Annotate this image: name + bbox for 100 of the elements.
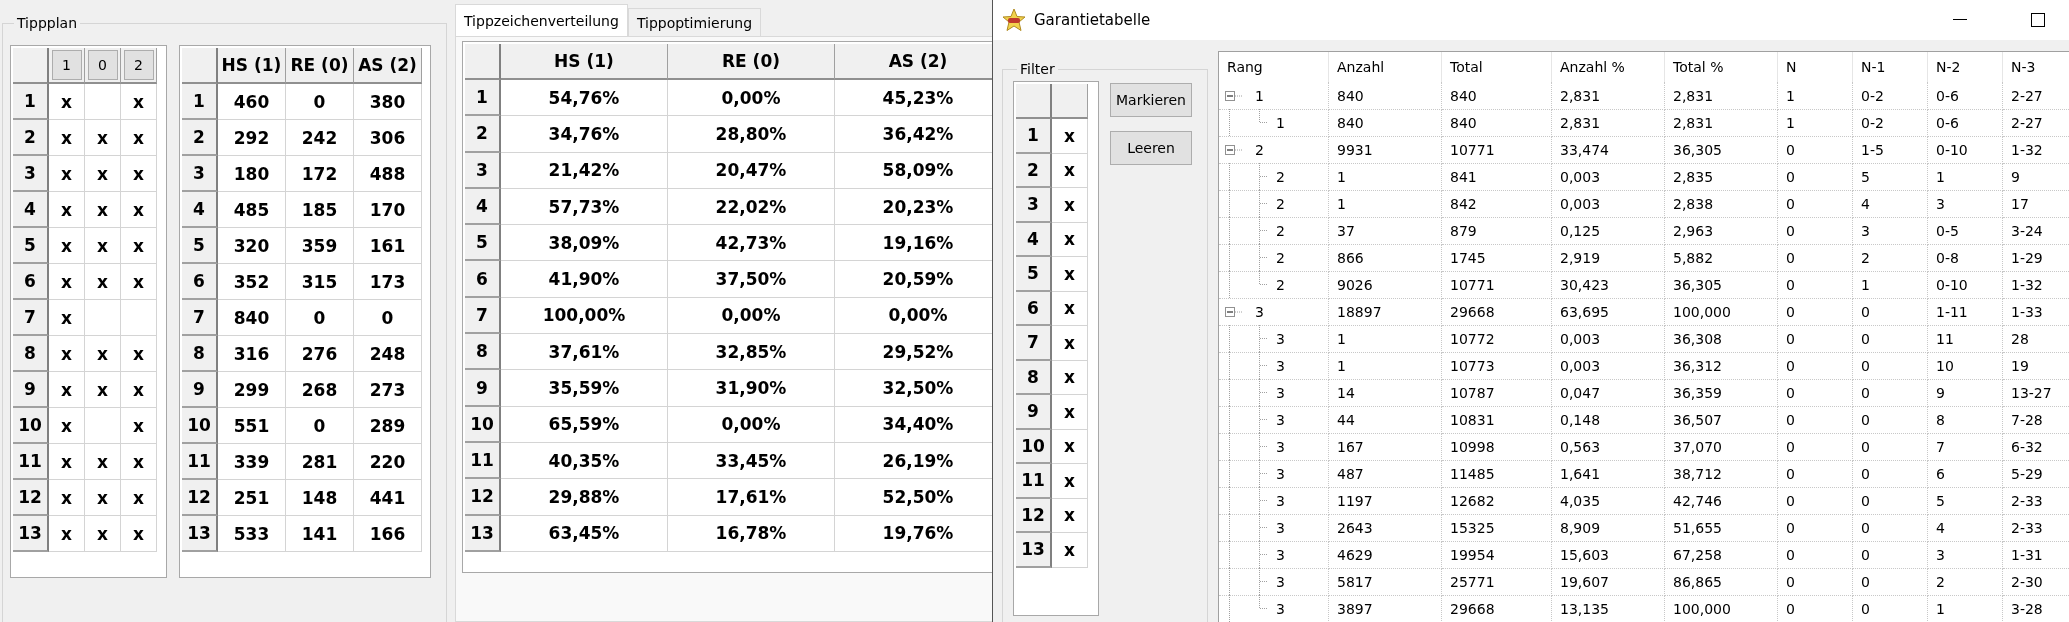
action-button[interactable]: Markieren: [1110, 83, 1192, 117]
table-cell-text: 1: [1274, 114, 1285, 131]
table-cell: 44: [1329, 406, 1442, 434]
table-cell: 0,148: [1552, 406, 1665, 434]
table-cell: x: [1052, 395, 1088, 430]
row-header: 9: [1016, 395, 1052, 430]
table-cell: 22,02%: [668, 188, 835, 226]
table-cell: 0: [1853, 568, 1928, 596]
table-cell: 840: [1329, 109, 1442, 137]
table-cell: 2,831: [1552, 109, 1665, 137]
table-cell: 37,61%: [501, 334, 668, 371]
table-cell: 0: [1778, 217, 1853, 245]
header-corner: [182, 48, 218, 84]
header-corner: [465, 44, 501, 80]
table-cell-text: 3: [1274, 546, 1285, 563]
table-cell: 2,831: [1665, 109, 1778, 137]
row-header: 5: [13, 228, 49, 264]
column-header: HS (1): [501, 44, 668, 80]
table-cell: 840: [218, 300, 286, 336]
table-cell: 0: [1853, 595, 1928, 622]
row-header: 11: [13, 444, 49, 480]
table-cell: 441: [354, 480, 422, 516]
table-cell: 3: [1255, 303, 1264, 320]
table-cell: x: [121, 516, 157, 552]
table-cell: 148: [286, 480, 354, 516]
table-cell: 1-29: [2003, 244, 2069, 272]
column-header: AS (2): [354, 48, 422, 84]
table-cell: 2,838: [1665, 190, 1778, 218]
table-cell: 37,50%: [668, 261, 835, 298]
table-cell: 0: [1853, 379, 1928, 407]
row-header: 7: [1016, 326, 1052, 361]
table-cell: 14: [1329, 379, 1442, 407]
table-cell: x: [85, 156, 121, 192]
table-cell: x: [1052, 291, 1088, 326]
table-cell: x: [121, 192, 157, 228]
column-button[interactable]: 2: [123, 50, 154, 80]
table-cell: x: [121, 228, 157, 264]
column-header: N: [1778, 52, 1853, 82]
table-cell-text: 3: [1274, 573, 1285, 590]
table-cell-text: 3: [1274, 411, 1285, 428]
row-header: 13: [1016, 533, 1052, 568]
column-button[interactable]: 1: [51, 50, 82, 80]
table-cell: 8: [1928, 406, 2003, 434]
table-cell: 0: [1853, 541, 1928, 569]
table-cell: 242: [286, 120, 354, 156]
table-cell: 0,563: [1552, 433, 1665, 461]
column-header: [1052, 84, 1088, 119]
row-header: 6: [465, 261, 501, 298]
table-cell: 1: [1329, 325, 1442, 353]
table-cell: 0: [1778, 379, 1853, 407]
table-cell: 170: [354, 192, 422, 228]
table-cell: 0: [1853, 406, 1928, 434]
table-cell: 5: [1853, 163, 1928, 191]
table-cell: 0: [1778, 298, 1853, 326]
table-cell: 299: [218, 372, 286, 408]
table-cell: 0: [1778, 568, 1853, 596]
table-cell: x: [121, 84, 157, 120]
column-button[interactable]: 0: [87, 50, 118, 80]
table-cell: 37,070: [1665, 433, 1778, 461]
table-cell: 63,45%: [501, 515, 668, 552]
tab[interactable]: Tippoptimierung: [627, 8, 762, 36]
table-cell: 251: [218, 480, 286, 516]
table-cell: 1-11: [1928, 298, 2003, 326]
tab[interactable]: Tippzeichenverteilung: [455, 4, 628, 36]
table-cell: 0: [1778, 190, 1853, 218]
table-cell: 306: [354, 120, 422, 156]
table-cell: 289: [354, 408, 422, 444]
table-cell: 28,80%: [668, 116, 835, 153]
table-cell: 20,47%: [668, 152, 835, 189]
table-cell-text: 2: [1274, 168, 1285, 185]
table-cell: 2,919: [1552, 244, 1665, 272]
row-header: 4: [13, 192, 49, 228]
row-header: 5: [465, 225, 501, 262]
action-button[interactable]: Leeren: [1110, 131, 1192, 165]
table-cell: 38,712: [1665, 460, 1778, 488]
table-cell: 167: [1329, 433, 1442, 461]
table-cell: 0: [1853, 433, 1928, 461]
table-cell: 86,865: [1665, 568, 1778, 596]
table-cell: 5-29: [2003, 460, 2069, 488]
table-cell: 7: [1928, 433, 2003, 461]
table-cell: 4629: [1329, 541, 1442, 569]
table-cell: 100,00%: [501, 297, 668, 335]
table-cell: 10998: [1442, 433, 1552, 461]
table-cell: 185: [286, 192, 354, 228]
table-cell: 2: [1928, 568, 2003, 596]
table-cell: x: [85, 120, 121, 156]
table-cell: 4: [1853, 190, 1928, 218]
table-cell: [85, 408, 121, 444]
table-cell-text: 2: [1274, 249, 1285, 266]
table-cell: 0: [1778, 487, 1853, 515]
row-header: 10: [13, 408, 49, 444]
table-cell: 2643: [1329, 514, 1442, 542]
column-header: Rang: [1219, 52, 1329, 82]
table-cell: 840: [1442, 109, 1552, 137]
table-cell: x: [1052, 222, 1088, 257]
table-cell: 3: [1928, 190, 2003, 218]
table-cell: x: [49, 480, 85, 516]
table-cell: 67,258: [1665, 541, 1778, 569]
row-header: 3: [465, 152, 501, 189]
table-cell: 5,882: [1665, 244, 1778, 272]
